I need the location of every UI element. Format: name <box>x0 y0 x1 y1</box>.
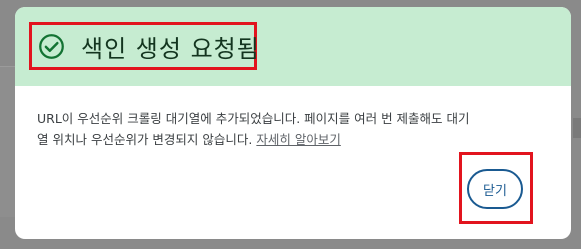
learn-more-link[interactable]: 자세히 알아보기 <box>256 132 340 147</box>
backdrop-panel <box>0 66 16 217</box>
dialog-message: URL이 우선순위 크롤링 대기열에 추가되었습니다. 페이지를 여러 번 제출… <box>37 108 549 150</box>
dialog-title: 색인 생성 요청됨 <box>81 34 260 63</box>
message-line-2-text: 열 위치나 우선순위가 변경되지 않습니다. <box>37 132 253 147</box>
message-line-2: 열 위치나 우선순위가 변경되지 않습니다. 자세히 알아보기 <box>37 129 549 150</box>
message-line-1: URL이 우선순위 크롤링 대기열에 추가되었습니다. 페이지를 여러 번 제출… <box>37 111 470 126</box>
backdrop-panel-edge <box>573 118 581 138</box>
title-highlight: 색인 생성 요청됨 <box>29 22 260 70</box>
close-button[interactable]: 닫기 <box>467 169 523 209</box>
check-circle-icon <box>39 33 64 59</box>
dialog-header: 색인 생성 요청됨 <box>15 7 571 86</box>
